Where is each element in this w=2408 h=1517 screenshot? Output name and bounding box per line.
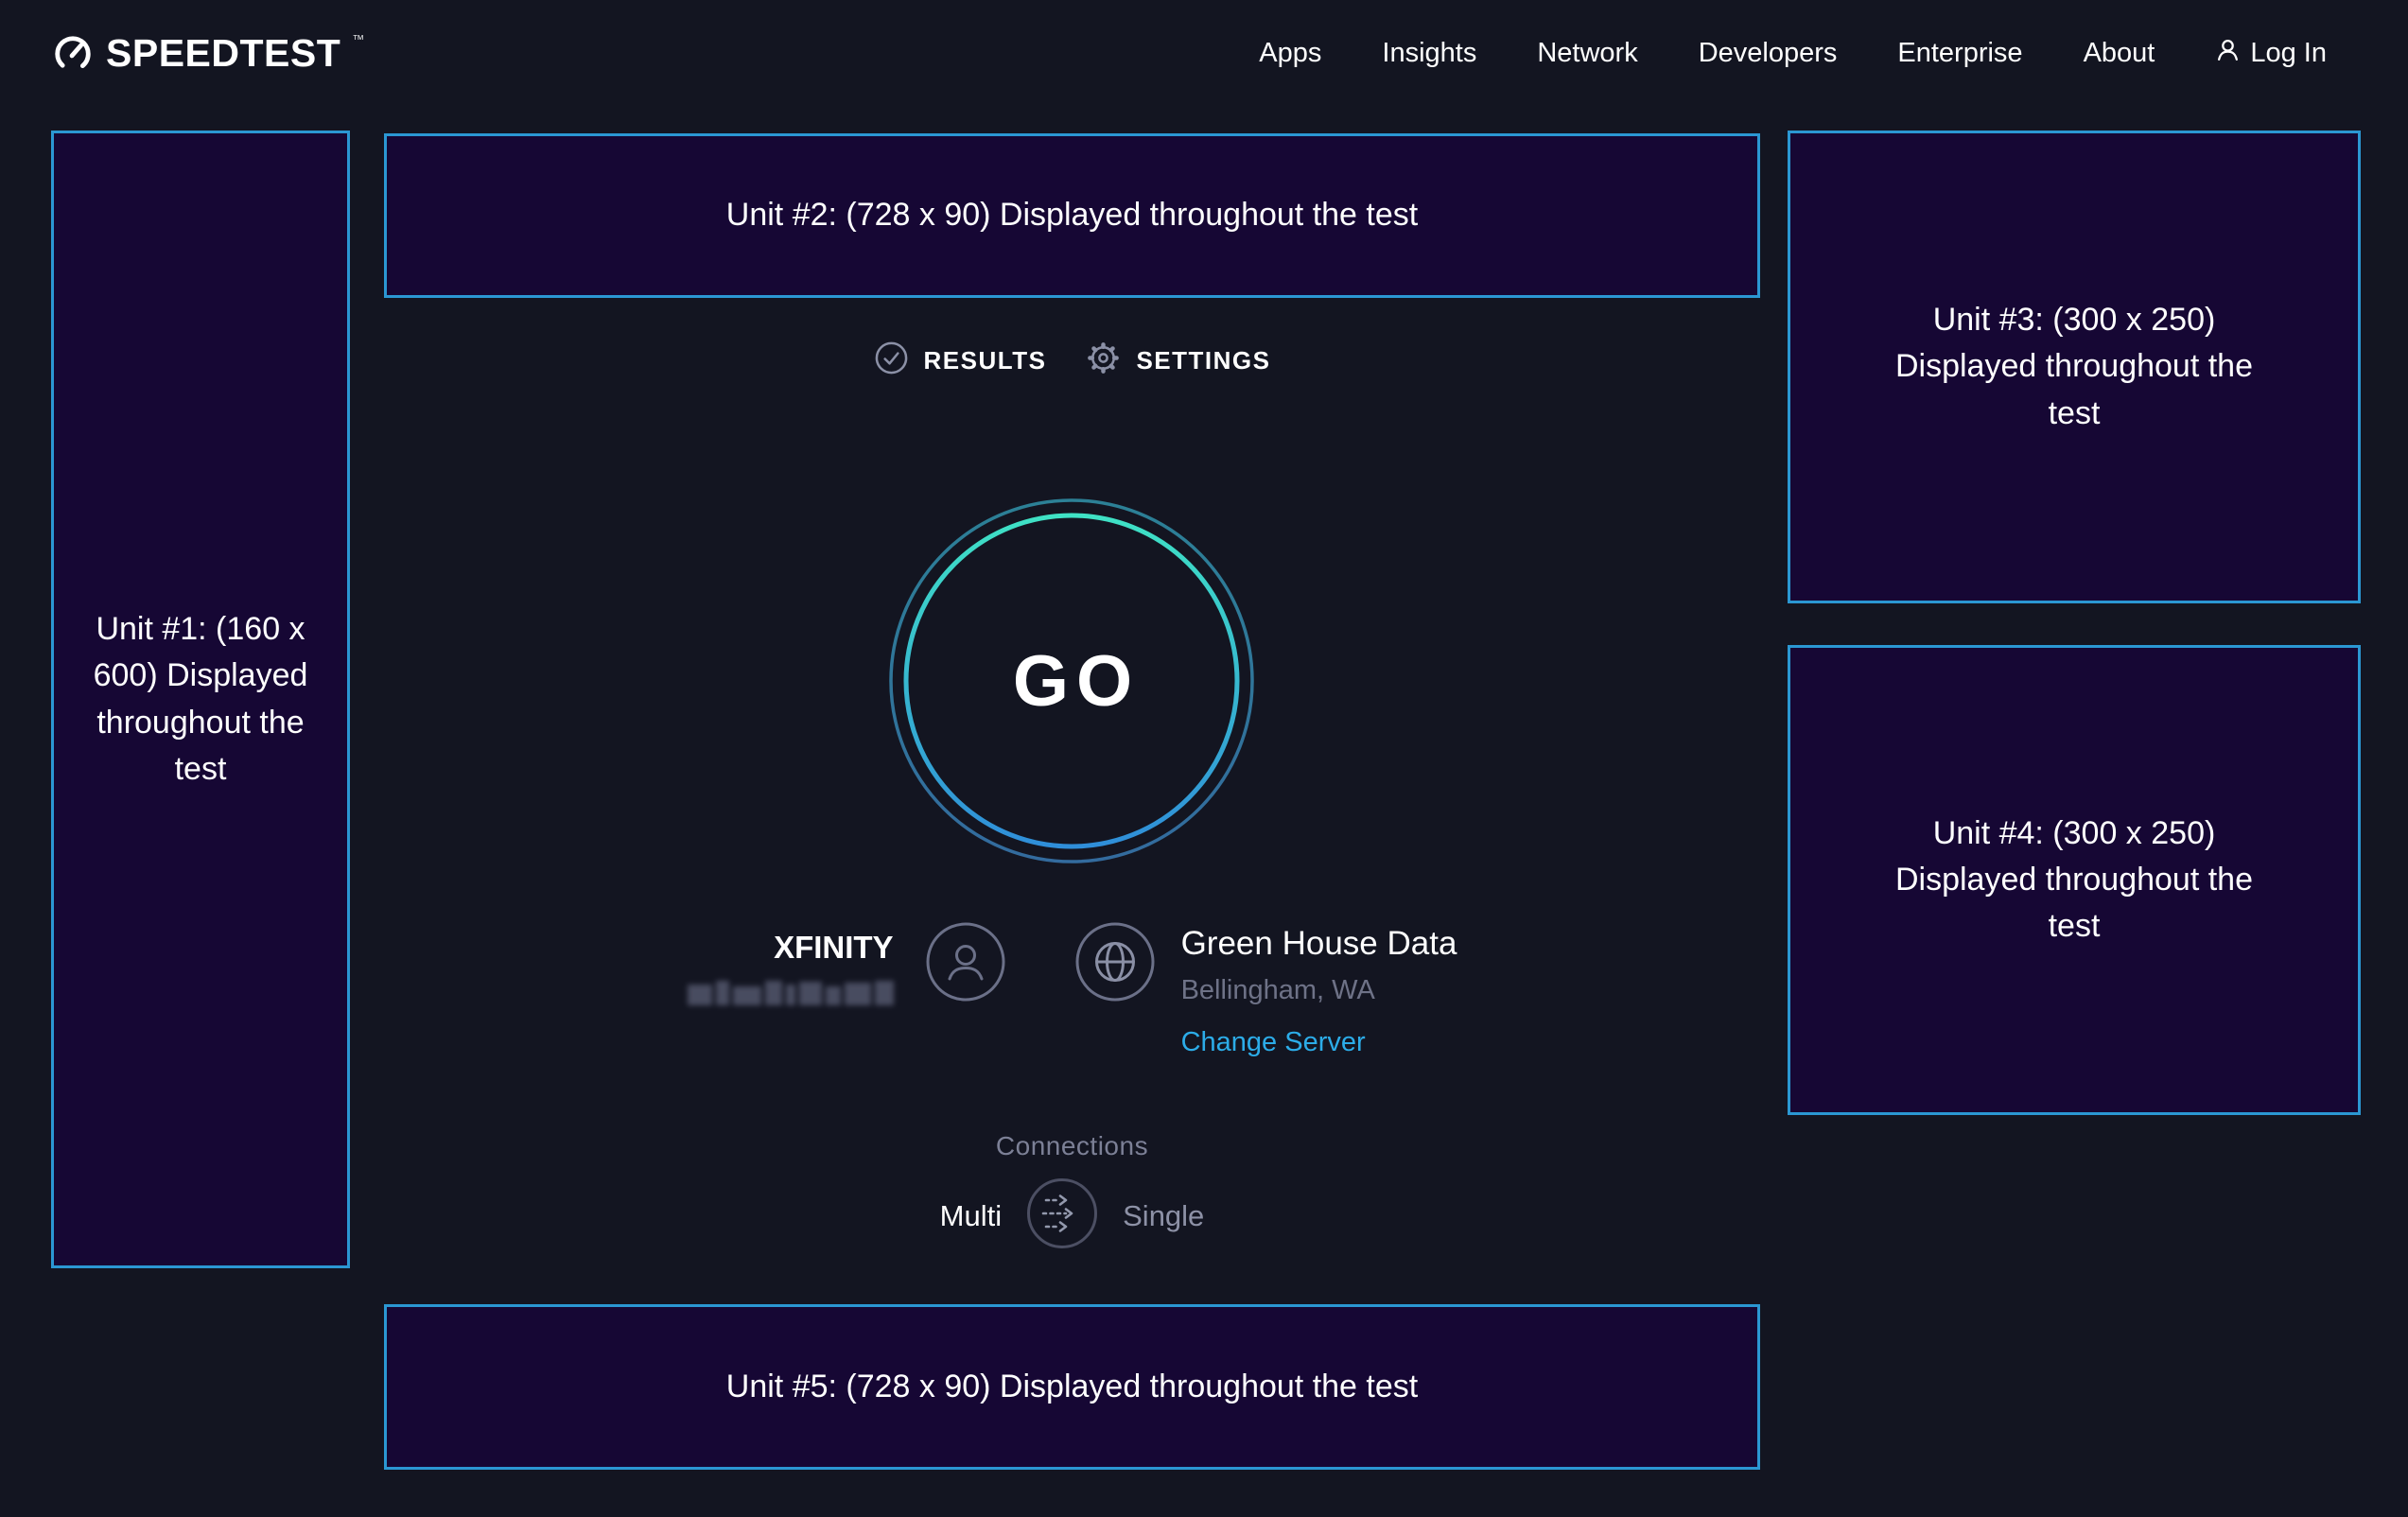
tab-results-label: RESULTS [924, 346, 1047, 375]
logo-trademark: ™ [352, 30, 364, 49]
tab-settings-label: SETTINGS [1136, 346, 1270, 375]
isp-person-icon [926, 922, 1005, 1006]
server-location: Bellingham, WA [1181, 975, 1457, 1006]
ad-unit-1-label: Unit #1: (160 x 600) Displayed throughou… [73, 606, 328, 793]
nav-item-enterprise[interactable]: Enterprise [1897, 38, 2022, 69]
nav-item-about[interactable]: About [2084, 38, 2155, 69]
ad-unit-5-label: Unit #5: (728 x 90) Displayed throughout… [726, 1364, 1418, 1410]
tab-results[interactable]: RESULTS [874, 340, 1047, 380]
ad-unit-3-label: Unit #3: (300 x 250) Displayed throughou… [1871, 297, 2277, 437]
ad-unit-1[interactable]: Unit #1: (160 x 600) Displayed throughou… [51, 131, 350, 1268]
connections-toggle: Multi Single [384, 1177, 1760, 1254]
ad-unit-4-label: Unit #4: (300 x 250) Displayed throughou… [1871, 811, 2277, 950]
isp-text-column: XFINITY [688, 930, 894, 1005]
ad-unit-2[interactable]: Unit #2: (728 x 90) Displayed throughout… [384, 133, 1760, 298]
tab-settings[interactable]: SETTINGS [1086, 340, 1270, 380]
user-icon [2215, 37, 2241, 70]
change-server-link[interactable]: Change Server [1181, 1027, 1457, 1058]
go-button-label: GO [887, 497, 1256, 865]
ad-unit-4[interactable]: Unit #4: (300 x 250) Displayed throughou… [1788, 645, 2361, 1115]
ad-unit-3[interactable]: Unit #3: (300 x 250) Displayed throughou… [1788, 131, 2361, 603]
results-settings-tabs: RESULTS [384, 340, 1760, 380]
redacted-ip-address [688, 981, 894, 1005]
server-text-column: Green House Data Bellingham, WA Change S… [1181, 924, 1457, 1058]
go-button[interactable]: GO [887, 497, 1256, 865]
nav-item-apps[interactable]: Apps [1259, 38, 1321, 69]
speedtest-page: SPEEDTEST ™ Apps Insights Network Develo… [0, 0, 2408, 1517]
multi-single-toggle-icon[interactable] [1026, 1177, 1098, 1254]
check-circle-icon [874, 340, 909, 380]
main-nav: Apps Insights Network Developers Enterpr… [1259, 37, 2327, 70]
header: SPEEDTEST ™ Apps Insights Network Develo… [0, 0, 2408, 106]
speedtest-logo[interactable]: SPEEDTEST ™ [51, 30, 364, 76]
nav-item-insights[interactable]: Insights [1382, 38, 1476, 69]
isp-block: XFINITY [688, 922, 1005, 1006]
server-block: Green House Data Bellingham, WA Change S… [1075, 922, 1457, 1058]
server-name: Green House Data [1181, 924, 1457, 964]
gear-icon [1086, 340, 1121, 380]
speedometer-gauge-icon [51, 30, 95, 76]
nav-item-developers[interactable]: Developers [1699, 38, 1838, 69]
single-option[interactable]: Single [1123, 1199, 1204, 1233]
logo-wordmark: SPEEDTEST [106, 30, 340, 76]
ad-unit-5[interactable]: Unit #5: (728 x 90) Displayed throughout… [384, 1304, 1760, 1470]
connections-label: Connections [384, 1131, 1760, 1161]
isp-name: XFINITY [774, 930, 894, 966]
connection-info-row: XFINITY [384, 922, 1760, 1058]
server-globe-icon [1075, 922, 1155, 1006]
login-label: Log In [2250, 38, 2327, 69]
multi-option[interactable]: Multi [940, 1199, 1002, 1233]
nav-item-network[interactable]: Network [1537, 38, 1637, 69]
login-button[interactable]: Log In [2215, 37, 2327, 70]
ad-unit-2-label: Unit #2: (728 x 90) Displayed throughout… [726, 192, 1418, 238]
